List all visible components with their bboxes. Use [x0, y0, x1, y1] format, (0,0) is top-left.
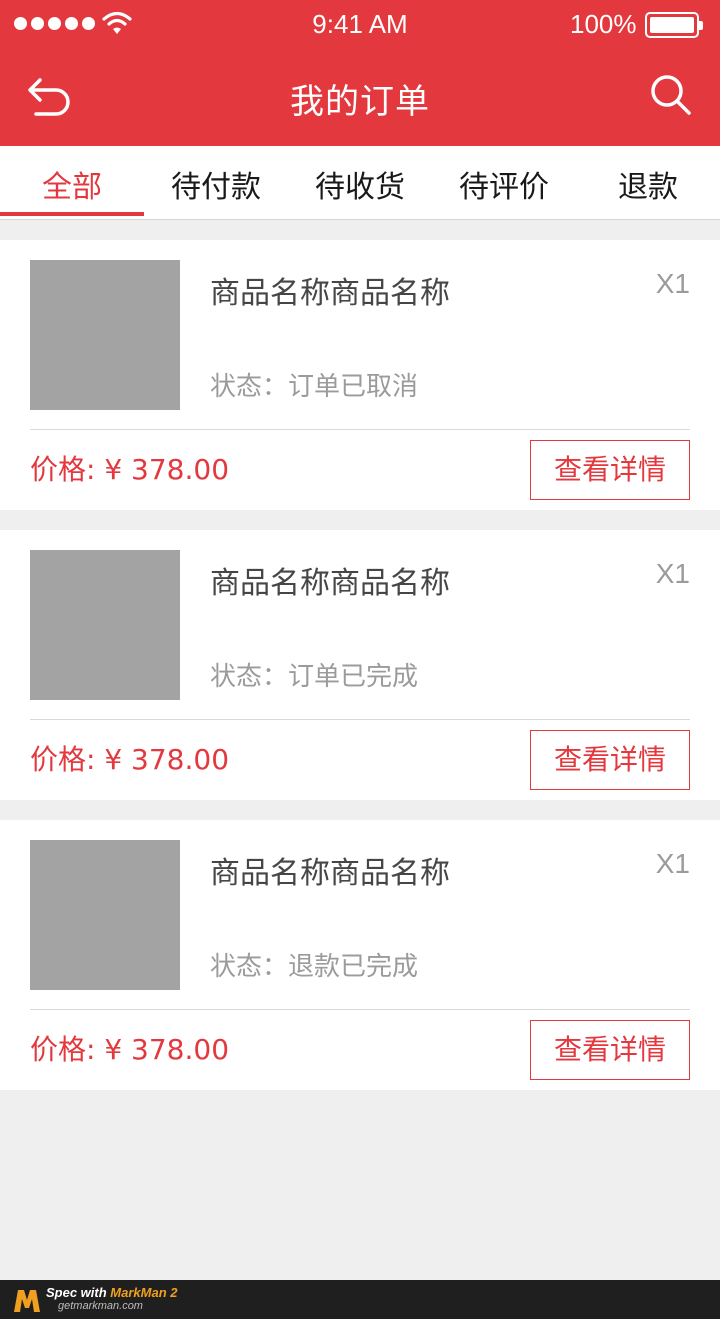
product-thumbnail[interactable] — [30, 840, 180, 990]
divider — [30, 719, 690, 720]
quantity: X1 — [655, 268, 690, 299]
order-status: 状态：订单已取消 — [210, 372, 419, 402]
footer-site: getmarkman.com — [58, 1300, 143, 1312]
footer-spec-with: Spec with — [46, 1285, 111, 1300]
order-tabs: 全部 待付款 待收货 待评价 退款 — [0, 146, 720, 220]
order-card: 商品名称商品名称 X1 状态：订单已取消 价格: ¥ 378.00 查看详情 — [0, 240, 720, 510]
quantity: X1 — [655, 848, 690, 879]
order-status: 状态：订单已完成 — [210, 662, 419, 692]
view-details-button[interactable]: 查看详情 — [530, 730, 690, 790]
battery-percent: 100% — [570, 9, 637, 39]
active-tab-indicator — [0, 212, 144, 216]
product-name: 商品名称商品名称 — [210, 856, 450, 891]
navigation-bar: 我的订单 — [0, 48, 720, 146]
markman-logo-icon — [14, 1290, 40, 1312]
markman-footer: Spec with MarkMan 2 getmarkman.com — [0, 1280, 720, 1319]
product-name: 商品名称商品名称 — [210, 276, 450, 311]
order-price: 价格: ¥ 378.00 — [30, 1033, 230, 1066]
product-thumbnail[interactable] — [30, 550, 180, 700]
tab-pending-delivery[interactable]: 待收货 — [288, 162, 432, 206]
status-bar: 9:41 AM 100% — [0, 0, 720, 48]
tab-refund[interactable]: 退款 — [576, 162, 720, 206]
order-card: 商品名称商品名称 X1 状态：退款已完成 价格: ¥ 378.00 查看详情 — [0, 820, 720, 1090]
app-header: 9:41 AM 100% 我的订单 — [0, 0, 720, 146]
divider — [30, 429, 690, 430]
product-thumbnail[interactable] — [30, 260, 180, 410]
quantity: X1 — [655, 558, 690, 589]
order-price: 价格: ¥ 378.00 — [30, 453, 230, 486]
footer-spec-label: Spec with MarkMan 2 — [46, 1285, 178, 1300]
view-details-button[interactable]: 查看详情 — [530, 1020, 690, 1080]
view-details-button[interactable]: 查看详情 — [530, 440, 690, 500]
tab-pending-review[interactable]: 待评价 — [432, 162, 576, 206]
tab-pending-payment[interactable]: 待付款 — [144, 162, 288, 206]
battery-icon — [645, 12, 703, 38]
page-title: 我的订单 — [290, 82, 430, 122]
order-price: 价格: ¥ 378.00 — [30, 743, 230, 776]
order-status: 状态：退款已完成 — [210, 952, 419, 982]
divider — [30, 1009, 690, 1010]
order-card: 商品名称商品名称 X1 状态：订单已完成 价格: ¥ 378.00 查看详情 — [0, 530, 720, 800]
tab-all[interactable]: 全部 — [0, 162, 144, 206]
search-icon[interactable] — [650, 74, 692, 116]
product-name: 商品名称商品名称 — [210, 566, 450, 601]
footer-brand: MarkMan 2 — [110, 1285, 178, 1300]
